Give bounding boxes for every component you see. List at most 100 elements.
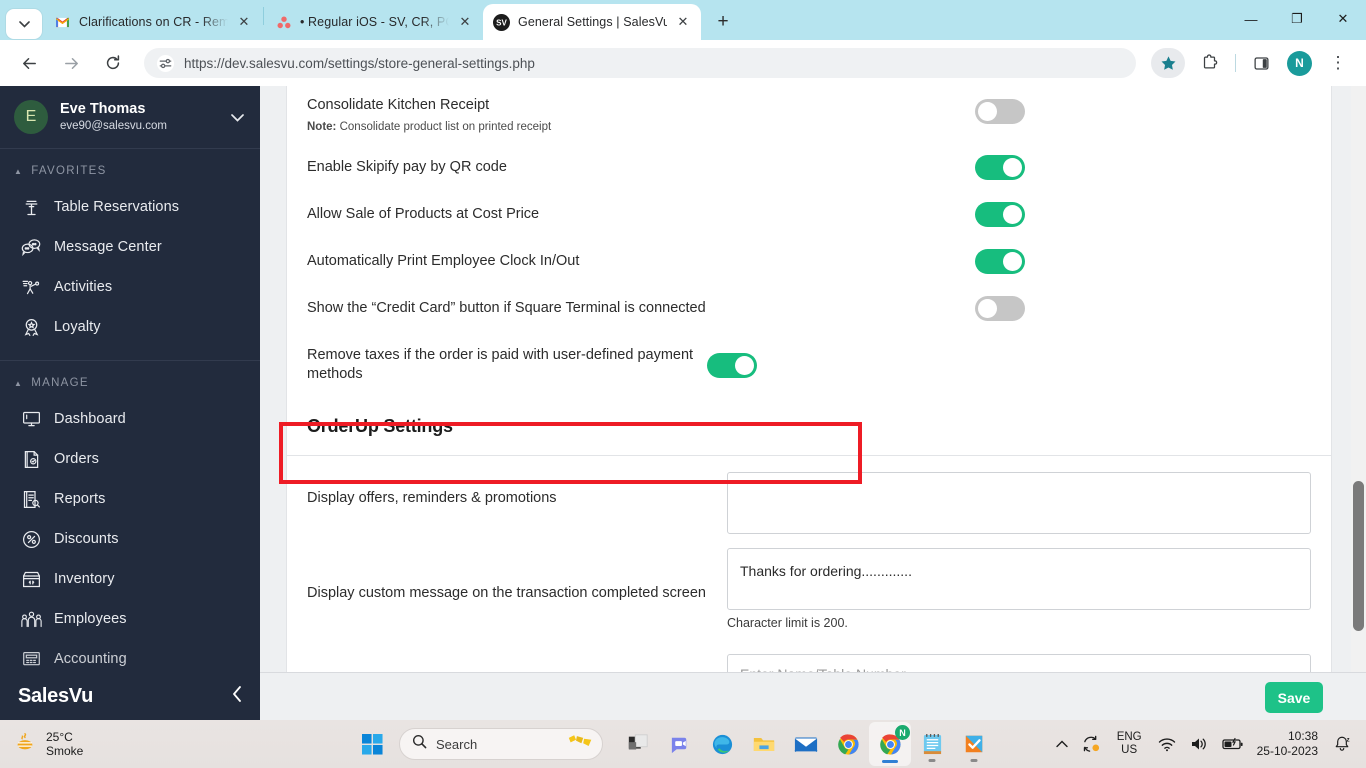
- sidebar-item-discounts[interactable]: Discounts: [0, 519, 260, 559]
- toggle-knob: [1003, 158, 1022, 177]
- setting-label: Enable Skipify pay by QR code: [307, 159, 507, 175]
- save-bar: Save: [260, 672, 1366, 720]
- todo-icon[interactable]: [953, 722, 995, 766]
- clock-widget[interactable]: 10:38 25-10-2023: [1251, 729, 1326, 759]
- forward-button[interactable]: [54, 46, 88, 80]
- app-running-underline: [882, 760, 898, 763]
- field-control: [727, 456, 1311, 540]
- maximize-button[interactable]: ❐: [1274, 2, 1320, 36]
- sidebar-group-manage[interactable]: ▲ MANAGE: [0, 361, 260, 399]
- sidebar-item-table-reservations[interactable]: Table Reservations: [0, 187, 260, 227]
- chevron-left-icon[interactable]: [232, 686, 242, 706]
- back-button[interactable]: [12, 46, 46, 80]
- address-bar[interactable]: https://dev.salesvu.com/settings/store-g…: [144, 48, 1136, 78]
- setting-label: Automatically Print Employee Clock In/Ou…: [307, 253, 580, 269]
- app-running-dot: [970, 759, 978, 762]
- task-view-icon[interactable]: [617, 722, 659, 766]
- tab-close-icon[interactable]: ✕: [673, 12, 693, 32]
- sidebar-item-label: Discounts: [54, 531, 119, 547]
- activities-icon: [16, 277, 46, 298]
- close-window-button[interactable]: ✕: [1320, 2, 1366, 36]
- app-logo: SalesVu: [18, 684, 93, 707]
- toggle-auto-print-clock-in-out[interactable]: [975, 249, 1025, 274]
- sidebar-group-favorites[interactable]: ▲ FAVORITES: [0, 149, 260, 187]
- wifi-icon[interactable]: [1151, 737, 1183, 752]
- sidebar-item-label: Message Center: [54, 239, 162, 255]
- sidebar-user-menu[interactable]: E Eve Thomas eve90@salesvu.com: [0, 86, 260, 148]
- taskbar-search-box[interactable]: Search: [399, 728, 603, 760]
- reload-button[interactable]: [96, 46, 130, 80]
- toggle-allow-sale-cost-price[interactable]: [975, 202, 1025, 227]
- search-icon: [412, 734, 427, 754]
- setting-note-text: Consolidate product list on printed rece…: [339, 121, 552, 133]
- sidebar-item-inventory[interactable]: Inventory: [0, 559, 260, 599]
- accounting-icon: [16, 650, 46, 669]
- sidebar-item-message-center[interactable]: Message Center: [0, 227, 260, 267]
- battery-icon[interactable]: [1215, 737, 1251, 751]
- chrome-active-icon[interactable]: N: [869, 722, 911, 766]
- sidebar-item-employees[interactable]: Employees: [0, 599, 260, 639]
- smoke-icon: [14, 731, 36, 758]
- save-button[interactable]: Save: [1265, 682, 1323, 713]
- setting-label: Show the “Credit Card” button if Square …: [307, 300, 706, 316]
- browser-tab[interactable]: • Regular iOS - SV, CR, POS: Re ✕: [265, 4, 483, 40]
- language-indicator[interactable]: ENG US: [1108, 731, 1151, 757]
- sidebar-item-loyalty[interactable]: Loyalty: [0, 307, 260, 347]
- new-tab-button[interactable]: +: [709, 8, 737, 36]
- sidebar-item-label: Reports: [54, 491, 106, 507]
- notification-bell-icon[interactable]: z: [1326, 735, 1358, 753]
- page-scrollbar-track[interactable]: [1351, 86, 1366, 720]
- site-settings-icon[interactable]: [154, 52, 176, 74]
- copilot-icon[interactable]: [567, 733, 594, 755]
- sidebar-item-activities[interactable]: Activities: [0, 267, 260, 307]
- setting-row-allow-sale-cost-price: Allow Sale of Products at Cost Price: [287, 191, 1331, 238]
- sidebar-item-reports[interactable]: Reports: [0, 479, 260, 519]
- orderup-section-header: OrderUp Settings: [287, 398, 1331, 456]
- custom-message-textarea[interactable]: [727, 548, 1311, 610]
- sidebar-item-label: Activities: [54, 279, 113, 295]
- toggle-enable-skipify-pay-qr[interactable]: [975, 155, 1025, 180]
- page-scrollbar-thumb[interactable]: [1353, 481, 1364, 631]
- tab-title: • Regular iOS - SV, CR, POS: Re: [300, 15, 449, 29]
- setting-row-enable-skipify-pay-qr: Enable Skipify pay by QR code: [287, 144, 1331, 191]
- teams-icon[interactable]: [659, 722, 701, 766]
- inventory-icon: [16, 569, 46, 590]
- svg-text:SV: SV: [496, 18, 507, 27]
- sidebar-item-dashboard[interactable]: Dashboard: [0, 399, 260, 439]
- mail-icon[interactable]: [785, 722, 827, 766]
- minimize-button[interactable]: —: [1228, 2, 1274, 36]
- notepad-icon[interactable]: [911, 722, 953, 766]
- chrome-profile-badge: N: [895, 725, 910, 740]
- browser-menu-icon[interactable]: ⋮: [1323, 48, 1353, 78]
- edge-icon[interactable]: [701, 722, 743, 766]
- onedrive-sync-icon[interactable]: [1075, 735, 1108, 754]
- sidebar-group-label: FAVORITES: [31, 165, 107, 177]
- toggle-consolidate-kitchen-receipt[interactable]: [975, 99, 1025, 124]
- weather-widget[interactable]: 25°C Smoke: [0, 730, 83, 758]
- tab-search-button[interactable]: [6, 9, 42, 39]
- character-limit-helper: Character limit is 200.: [727, 616, 848, 630]
- display-offers-textarea[interactable]: [727, 472, 1311, 534]
- chevron-up-icon[interactable]: [1049, 740, 1075, 748]
- toggle-remove-taxes-user-defined[interactable]: [707, 352, 757, 378]
- profile-avatar[interactable]: N: [1287, 50, 1312, 76]
- tab-close-icon[interactable]: ✕: [455, 12, 475, 32]
- volume-icon[interactable]: [1183, 736, 1215, 752]
- extensions-icon[interactable]: [1195, 48, 1225, 78]
- asana-icon: [275, 14, 292, 31]
- chevron-down-icon[interactable]: [229, 110, 246, 125]
- table-reservations-icon: [16, 197, 46, 218]
- side-panel-icon[interactable]: [1246, 48, 1276, 78]
- sidebar-item-orders[interactable]: Orders: [0, 439, 260, 479]
- browser-tab-active[interactable]: SV General Settings | SalesVu ✕: [483, 4, 701, 40]
- settings-content: Consolidate Kitchen Receipt Note: Consol…: [260, 86, 1366, 720]
- tab-close-icon[interactable]: ✕: [234, 12, 254, 32]
- file-explorer-icon[interactable]: [743, 722, 785, 766]
- chrome-icon[interactable]: [827, 722, 869, 766]
- setting-row-remove-taxes-user-defined: Remove taxes if the order is paid with u…: [287, 332, 1331, 398]
- field-row-display-offers: Display offers, reminders & promotions: [287, 456, 1331, 540]
- browser-tab[interactable]: Clarifications on CR - Remove t ✕: [44, 4, 262, 40]
- windows-start-icon[interactable]: [355, 727, 389, 761]
- bookmark-star-icon[interactable]: [1151, 48, 1185, 78]
- toggle-show-credit-card-button[interactable]: [975, 296, 1025, 321]
